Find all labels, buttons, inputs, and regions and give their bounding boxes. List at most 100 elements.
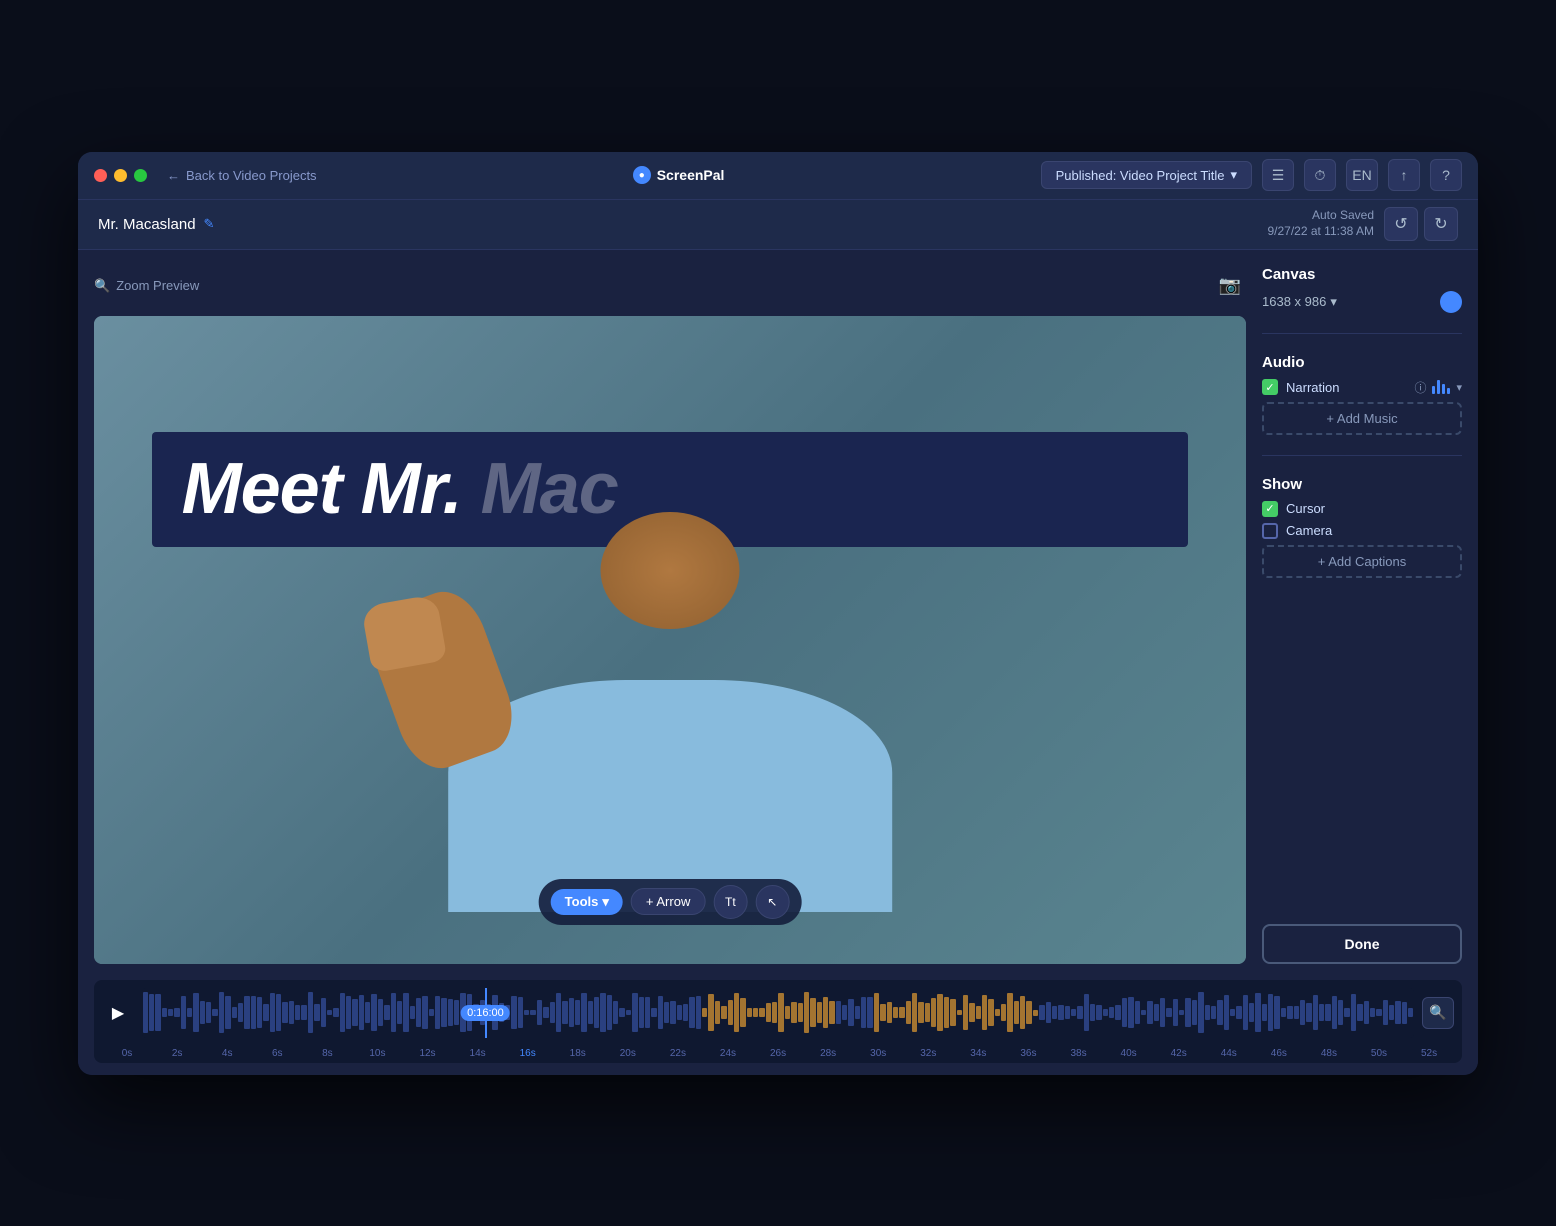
- toolbar-right: Auto Saved 9/27/22 at 11:38 AM ↺ ↻: [1267, 207, 1458, 241]
- maximize-button[interactable]: [134, 169, 147, 182]
- waveform-bar: [1306, 1003, 1311, 1022]
- waveform-container[interactable]: 0:16:00: [142, 988, 1414, 1038]
- ruler-mark: 2s: [152, 1048, 202, 1059]
- share-icon-button[interactable]: ↑: [1388, 159, 1420, 191]
- waveform-bar: [747, 1008, 752, 1017]
- waveform-bar: [670, 1001, 675, 1024]
- waveform-bar: [728, 1000, 733, 1025]
- waveform-bar: [410, 1006, 415, 1019]
- waveform-bar: [1294, 1006, 1299, 1018]
- camera-row: Camera: [1262, 523, 1462, 539]
- waveform-bar: [244, 996, 249, 1029]
- language-icon-button[interactable]: EN: [1346, 159, 1378, 191]
- text-tool-button[interactable]: Tt: [713, 885, 747, 919]
- add-captions-button[interactable]: + Add Captions: [1262, 545, 1462, 578]
- done-label: Done: [1345, 936, 1380, 952]
- waveform-bar: [575, 1000, 580, 1026]
- camera-icon: 📷: [1219, 275, 1241, 296]
- help-icon-button[interactable]: ?: [1430, 159, 1462, 191]
- waveform-bar: [1001, 1004, 1006, 1021]
- waveform-bar: [1224, 995, 1229, 1029]
- camera-checkbox[interactable]: [1262, 523, 1278, 539]
- narration-checkbox[interactable]: ✓: [1262, 379, 1278, 395]
- waveform-bar: [1014, 1001, 1019, 1024]
- waveform-bar: [295, 1005, 300, 1019]
- ruler-mark: 10s: [352, 1048, 402, 1059]
- narration-info-icon[interactable]: ⓘ: [1414, 379, 1426, 396]
- waveform-bar: [581, 993, 586, 1032]
- arrow-tool-button[interactable]: + Arrow: [631, 888, 705, 915]
- tools-button[interactable]: Tools ▾: [551, 889, 623, 915]
- waveform-bar: [1389, 1005, 1394, 1020]
- timeline-ruler: 0s2s4s6s8s10s12s14s16s18s20s22s24s26s28s…: [102, 1044, 1454, 1063]
- back-arrow-icon: ←: [167, 168, 180, 183]
- screenshot-button[interactable]: 📷: [1214, 270, 1246, 302]
- waveform-bar: [1281, 1008, 1286, 1017]
- tools-chevron-icon: ▾: [602, 894, 609, 910]
- search-icon: 🔍: [1429, 1004, 1446, 1021]
- waveform-bar: [391, 993, 396, 1033]
- waveform-bar: [899, 1007, 904, 1018]
- playhead[interactable]: 0:16:00: [485, 988, 487, 1038]
- canvas-color-swatch[interactable]: [1440, 291, 1462, 313]
- ruler-mark: 30s: [853, 1048, 903, 1059]
- waveform-bar: [562, 1001, 567, 1024]
- ruler-mark: 20s: [603, 1048, 653, 1059]
- waveform-bar: [645, 997, 650, 1028]
- minimize-button[interactable]: [114, 169, 127, 182]
- done-button[interactable]: Done: [1262, 924, 1462, 964]
- waveform-bar: [1065, 1006, 1070, 1018]
- waveform-bar: [931, 998, 936, 1027]
- waveform-bar: [1103, 1009, 1108, 1016]
- publish-label: Published: Video Project Title: [1056, 168, 1225, 183]
- auto-saved-time: 9/27/22 at 11:38 AM: [1267, 224, 1374, 240]
- list-icon-button[interactable]: ☰: [1262, 159, 1294, 191]
- show-title: Show: [1262, 476, 1462, 493]
- canvas-size-selector[interactable]: 1638 x 986 ▾: [1262, 294, 1337, 310]
- waveform-track: [142, 988, 1414, 1038]
- time-display: 0:16:00: [461, 1005, 510, 1021]
- waveform-bar: [314, 1004, 319, 1020]
- canvas-chevron-icon: ▾: [1330, 294, 1337, 310]
- help-icon: ?: [1442, 167, 1450, 183]
- waveform-bar: [778, 993, 783, 1031]
- redo-button[interactable]: ↻: [1424, 207, 1458, 241]
- show-section: Show ✓ Cursor Camera + Add Captions: [1262, 476, 1462, 578]
- ruler-mark: 52s: [1404, 1048, 1454, 1059]
- back-button[interactable]: ← Back to Video Projects: [167, 168, 317, 183]
- waveform-bar: [397, 1001, 402, 1024]
- waveform-bar: [1268, 994, 1273, 1031]
- undo-button[interactable]: ↺: [1384, 207, 1418, 241]
- narration-chevron-icon[interactable]: ▾: [1456, 381, 1462, 394]
- main-content: 🔍 Zoom Preview 📷 Meet Mr. Mac: [78, 250, 1478, 980]
- waveform-bar: [174, 1008, 179, 1017]
- cursor-checkbox[interactable]: ✓: [1262, 501, 1278, 517]
- close-button[interactable]: [94, 169, 107, 182]
- waveform-bar: [1115, 1005, 1120, 1020]
- waveform-bar: [1198, 992, 1203, 1033]
- waveform-bar: [1211, 1006, 1216, 1019]
- tools-bar: Tools ▾ + Arrow Tt ↖: [539, 879, 802, 925]
- audio-title: Audio: [1262, 354, 1462, 371]
- waveform-bar: [893, 1007, 898, 1018]
- hand-shape: [361, 594, 448, 674]
- play-icon: ▶: [112, 1003, 124, 1023]
- play-button[interactable]: ▶: [102, 997, 134, 1029]
- waveform-bar: [734, 993, 739, 1032]
- edit-title-icon[interactable]: ✎: [204, 216, 215, 232]
- clock-icon-button[interactable]: ⏱: [1304, 159, 1336, 191]
- waveform-bar: [1026, 1001, 1031, 1024]
- share-icon: ↑: [1401, 167, 1408, 183]
- add-music-button[interactable]: + Add Music: [1262, 402, 1462, 435]
- waveform-bar: [836, 1001, 841, 1024]
- publish-button[interactable]: Published: Video Project Title ▾: [1041, 161, 1252, 189]
- search-timeline-button[interactable]: 🔍: [1422, 997, 1454, 1029]
- waveform-bar: [817, 1002, 822, 1022]
- waveform-bar: [321, 998, 326, 1027]
- waveform-bar: [212, 1009, 217, 1017]
- audio-levels-icon[interactable]: [1432, 380, 1450, 394]
- waveform-bar: [365, 1002, 370, 1024]
- waveform-bar: [422, 996, 427, 1029]
- cursor-tool-button[interactable]: ↖: [755, 885, 789, 919]
- waveform-bar: [143, 992, 148, 1033]
